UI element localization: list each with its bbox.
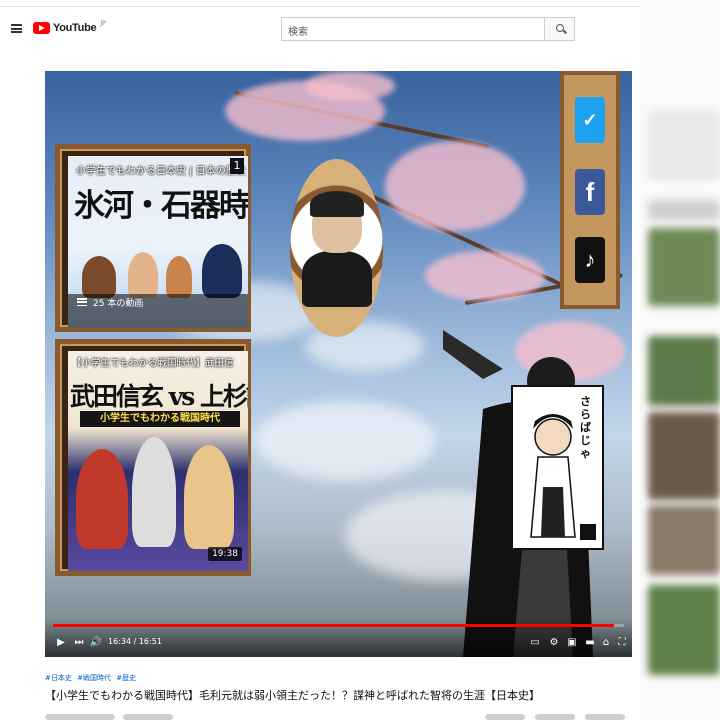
recommendation-thumb[interactable] [648, 228, 720, 306]
playlist-icon [77, 298, 87, 306]
tiktok-icon[interactable]: ♪ [575, 237, 605, 283]
character-illustration [128, 252, 158, 298]
external-link-icon[interactable] [580, 524, 596, 540]
pointing-arm [443, 330, 503, 379]
subtitles-icon[interactable]: ▭ [528, 634, 542, 650]
character-illustration [184, 445, 234, 549]
video-title: 【小学生でもわかる戦国時代】毛利元就は弱小領主だった！？謀神と呼ばれた智将の生涯… [45, 689, 540, 702]
manga-subscribe-card[interactable]: さらばじゃ [511, 385, 604, 550]
cast-icon[interactable]: ⌂ [599, 634, 613, 650]
search-input[interactable]: 検索 [281, 17, 545, 41]
like-button[interactable] [485, 714, 525, 720]
next-icon[interactable]: ⏭ [73, 634, 85, 650]
miniplayer-icon[interactable]: ▣ [565, 634, 579, 650]
host-portrait [290, 159, 383, 337]
video-duration: 19:38 [208, 547, 242, 561]
recommendations-sidebar [640, 0, 720, 720]
episode-number: 1 [230, 158, 244, 174]
share-button[interactable] [535, 714, 575, 720]
logo-country-code: JP [100, 19, 106, 27]
video-card-subtitle: 【小学生でもわかる戦国時代】武田信 [72, 358, 234, 369]
progress-fill [53, 624, 615, 627]
hashtag-link[interactable]: #歴史 [116, 674, 136, 682]
time-separator: / [131, 637, 139, 646]
youtube-play-icon [33, 22, 50, 34]
search-icon [556, 24, 564, 32]
search-button[interactable] [544, 17, 575, 41]
cherry-blossom [305, 71, 395, 101]
total-time: 16:51 [138, 637, 162, 646]
cherry-blossom [385, 141, 525, 231]
time-display: 16:34 / 16:51 [108, 637, 162, 646]
current-time: 16:34 [108, 637, 132, 646]
video-card-banner: 小学生でもわかる戦国時代 [80, 411, 240, 427]
play-icon[interactable]: ▶ [55, 634, 67, 650]
portrait-body [302, 251, 372, 307]
volume-icon[interactable]: 🔊 [89, 634, 103, 650]
menu-icon[interactable] [11, 24, 22, 33]
recommendation-thumb[interactable] [648, 110, 720, 180]
save-button[interactable] [585, 714, 625, 720]
character-illustration [76, 449, 128, 549]
theater-mode-icon[interactable]: ▬ [583, 634, 597, 650]
recommendation-thumb[interactable] [648, 585, 720, 675]
portrait-hair [310, 191, 364, 217]
upload-date [123, 714, 173, 720]
recommendation-thumb[interactable] [648, 505, 720, 575]
progress-bar[interactable] [53, 624, 624, 627]
character-illustration [82, 256, 116, 298]
top-divider [0, 6, 640, 7]
youtube-logo[interactable]: YouTube JP [33, 19, 106, 34]
character-illustration [166, 256, 192, 298]
video-end-card[interactable]: 【小学生でもわかる戦国時代】武田信 武田信玄 vs 上杉謙信 小学生でもわかる戦… [55, 339, 251, 576]
playlist-title: 氷河・石器時代 [74, 188, 248, 224]
video-card-title: 武田信玄 vs 上杉謙信 [70, 382, 248, 411]
hashtags: #日本史 #戦国時代 #歴史 [45, 673, 139, 683]
logo-text: YouTube [53, 22, 97, 34]
social-links-panel: ✓ f ♪ [560, 71, 620, 309]
cloud [255, 401, 435, 481]
hashtag-link[interactable]: #日本史 [45, 674, 72, 682]
settings-icon[interactable]: ⚙ [547, 634, 561, 650]
twitter-icon[interactable]: ✓ [575, 97, 605, 143]
masthead: YouTube JP 検索 [0, 0, 640, 58]
character-illustration [202, 244, 242, 298]
video-meta [45, 712, 635, 720]
view-count [45, 714, 115, 720]
video-thumbnail: 【小学生でもわかる戦国時代】武田信 武田信玄 vs 上杉謙信 小学生でもわかる戦… [68, 351, 248, 571]
recommendation-thumb[interactable] [648, 336, 720, 406]
recommendation-title[interactable] [648, 200, 720, 220]
playlist-thumbnail: 小学生でもわかる日本史 | 日本の歴史 1 氷河・石器時代 25 本の動画 [68, 156, 248, 328]
hashtag-link[interactable]: #戦国時代 [77, 674, 111, 682]
manga-caption: さらばじゃ [580, 395, 591, 460]
cherry-blossom [425, 251, 545, 301]
playlist-video-count: 25 本の動画 [93, 299, 144, 309]
playlist-end-card[interactable]: 小学生でもわかる日本史 | 日本の歴史 1 氷河・石器時代 25 本の動画 [55, 144, 251, 332]
recommendation-thumb[interactable] [648, 412, 720, 500]
facebook-icon[interactable]: f [575, 169, 605, 215]
video-player[interactable]: 小学生でもわかる日本史 | 日本の歴史 1 氷河・石器時代 25 本の動画 【小… [45, 71, 632, 657]
fullscreen-icon[interactable]: ⛶ [615, 634, 629, 650]
character-illustration [132, 437, 176, 547]
playlist-subtitle: 小学生でもわかる日本史 | 日本の歴史 [76, 166, 246, 177]
